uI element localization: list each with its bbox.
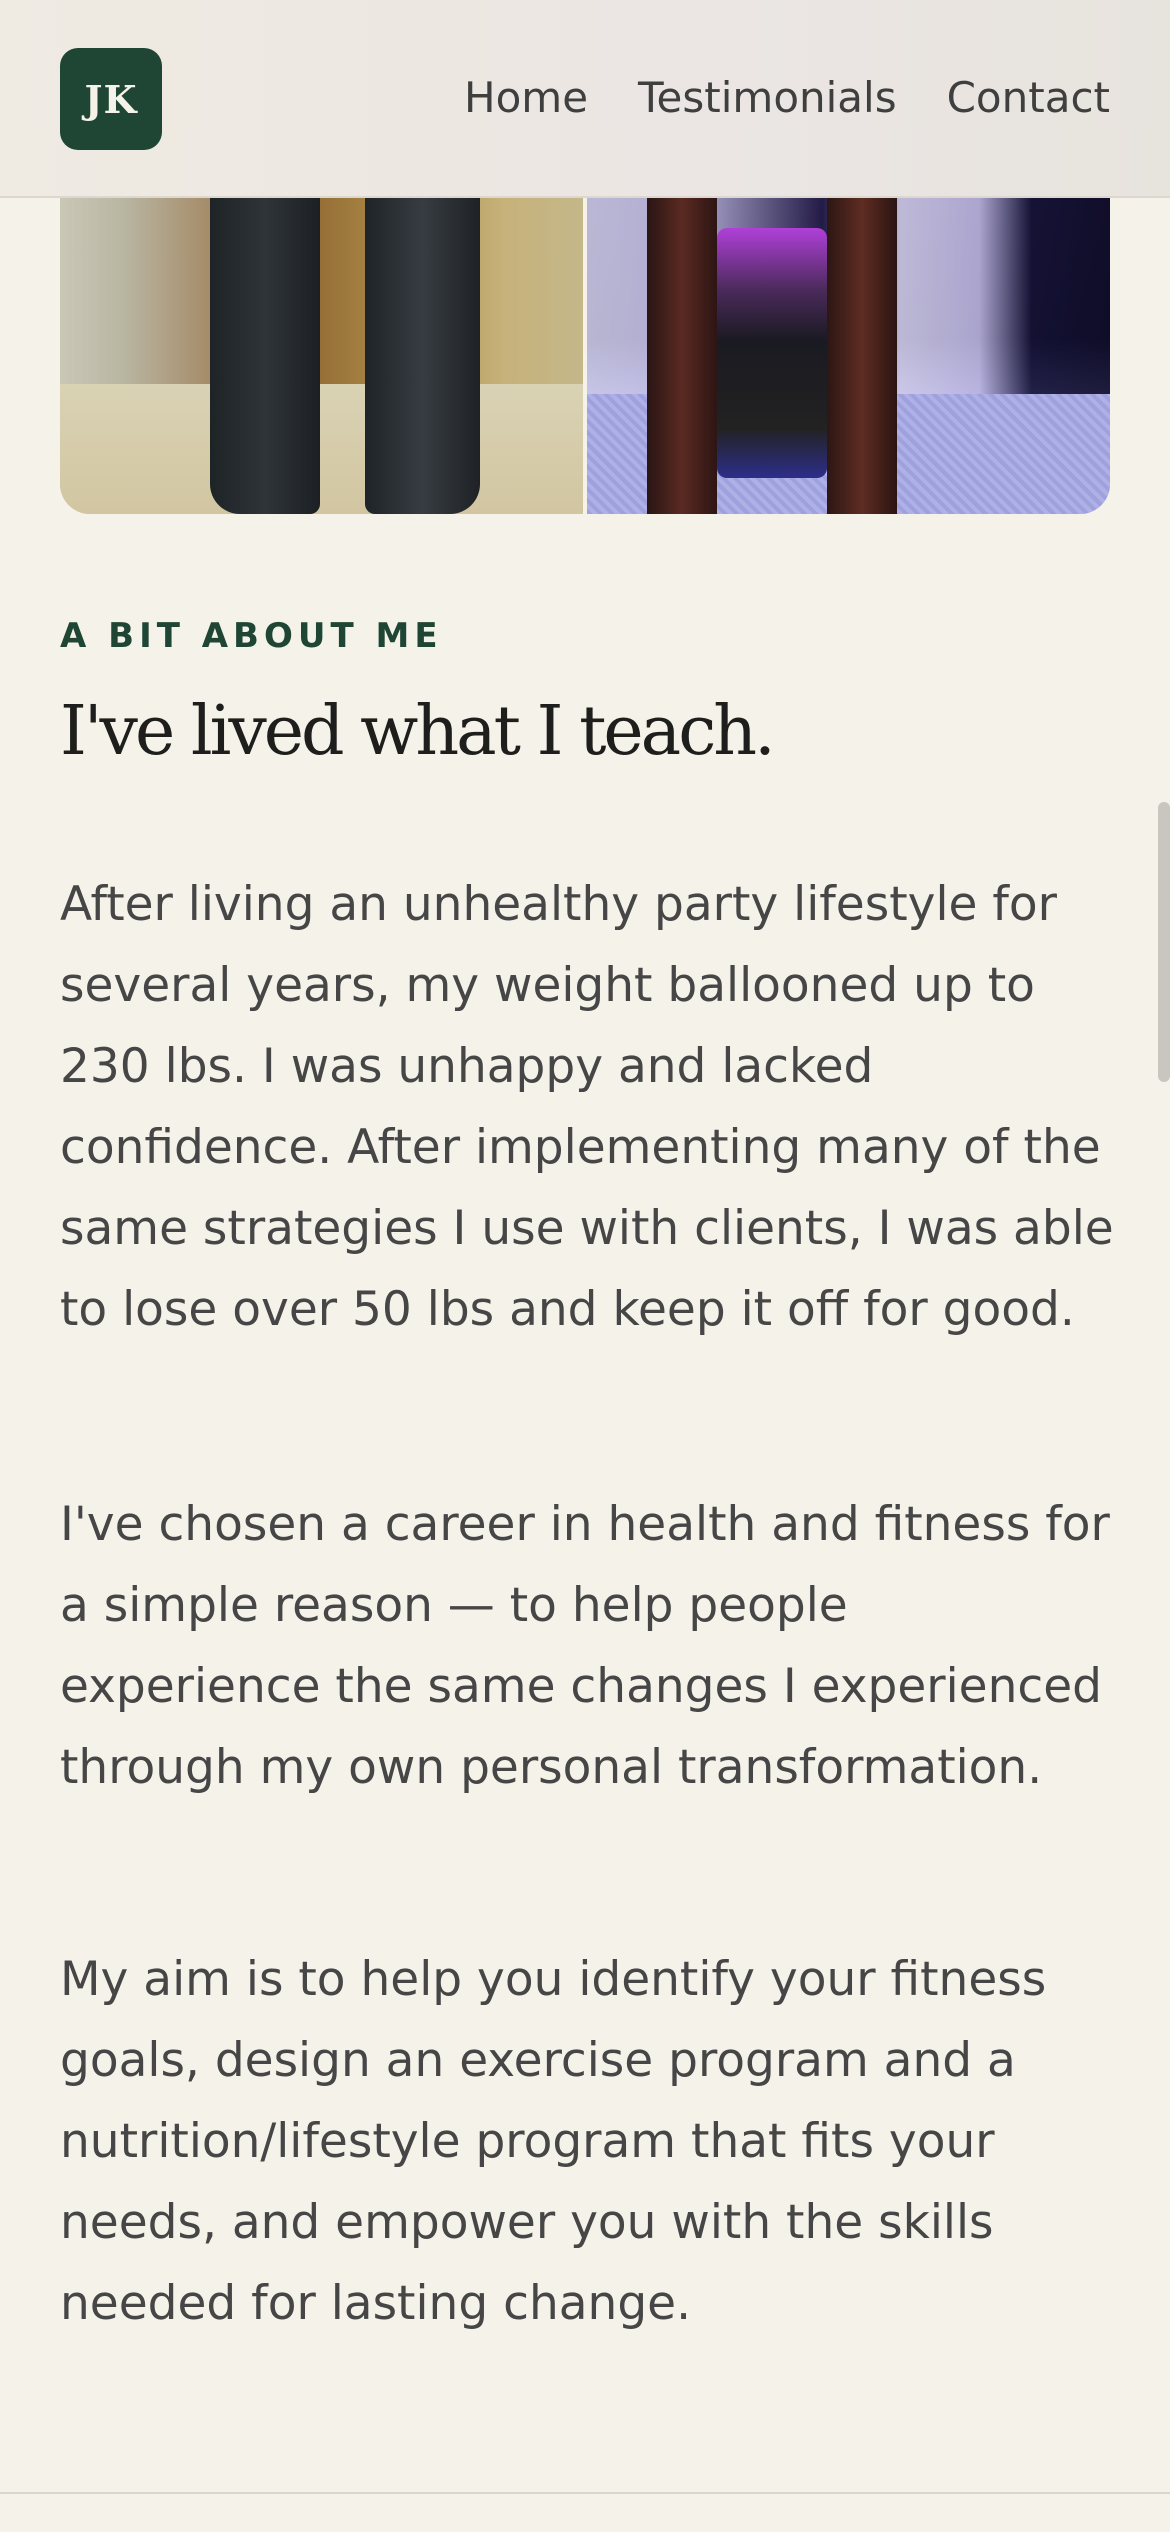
about-paragraph-2: I've chosen a career in health and fitne… xyxy=(60,1497,1110,1795)
about-paragraph-1: After living an unhealthy party lifestyl… xyxy=(60,877,1114,1337)
nav-contact-link[interactable]: Contact xyxy=(947,70,1110,126)
before-after-photo xyxy=(60,198,1110,514)
site-header: JK Home Testimonials Contact xyxy=(0,0,1170,198)
section-heading: I've lived what I teach. xyxy=(60,692,776,771)
section-divider xyxy=(0,2492,1170,2494)
logo[interactable]: JK xyxy=(60,48,162,150)
nav-home-link[interactable]: Home xyxy=(464,70,588,126)
nav-testimonials-link[interactable]: Testimonials xyxy=(638,70,897,126)
main-nav: Home Testimonials Contact xyxy=(464,70,1110,126)
scrollbar-thumb[interactable] xyxy=(1158,802,1170,1082)
before-photo xyxy=(60,198,583,514)
section-eyebrow: A BIT ABOUT ME xyxy=(60,616,443,656)
after-photo xyxy=(587,198,1110,514)
about-paragraph-3: My aim is to help you identify your fitn… xyxy=(60,1952,1047,2331)
about-section: A BIT ABOUT ME I've lived what I teach. … xyxy=(60,612,1114,2331)
